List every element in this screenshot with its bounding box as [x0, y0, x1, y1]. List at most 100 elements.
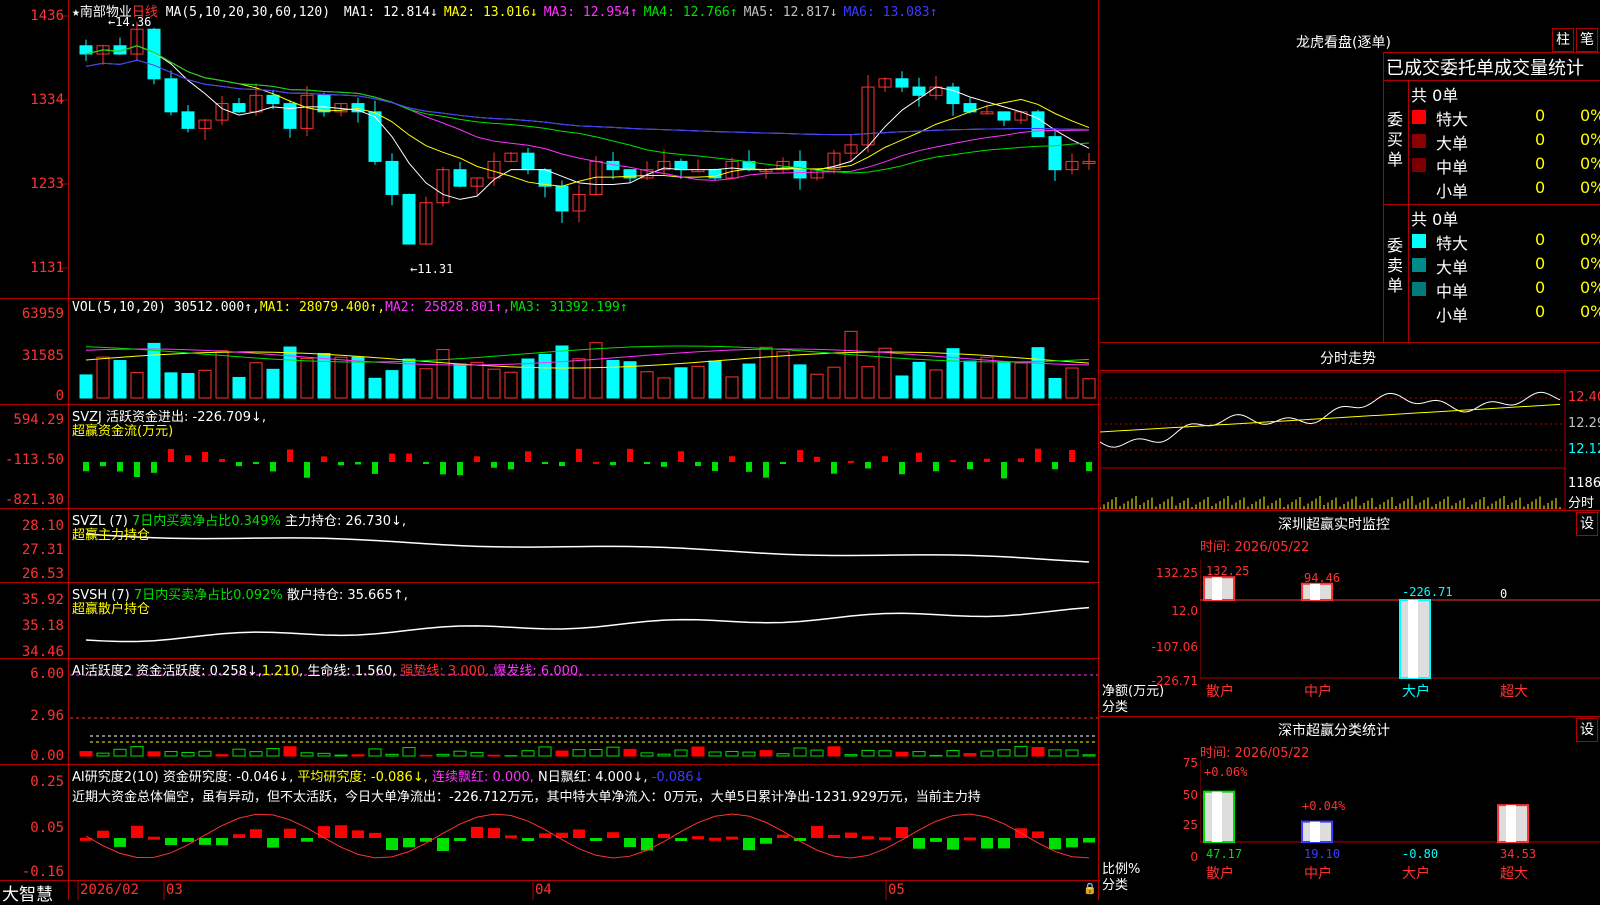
research-bar [590, 838, 602, 841]
lock-icon[interactable]: 🔒 [1083, 882, 1097, 895]
activity-bar [437, 754, 449, 756]
bar-mode-button[interactable]: 柱 [1552, 28, 1574, 52]
svzj-axis-label: 594.29 [0, 412, 64, 428]
research-bar [335, 825, 347, 838]
volume-bar [488, 369, 500, 398]
activity-bar [471, 753, 483, 756]
low-price-label: ←11.31 [410, 262, 453, 276]
research-bar [726, 837, 738, 840]
activity-bar [947, 751, 959, 756]
cls-settings-button[interactable]: 设 [1576, 718, 1598, 742]
vol-ma2: MA2: 25828.801↑, [385, 300, 510, 315]
svzl-ratio: 7日内买卖净占比0.349% [132, 514, 281, 529]
vol-header: VOL(5,10,20) 30512.000↑,MA1: 28079.400↑,… [72, 300, 628, 315]
candle [318, 95, 330, 112]
chart-canvas[interactable] [0, 0, 1100, 900]
research-bar [930, 838, 942, 842]
fund-flow-bar [287, 449, 293, 462]
ai1-value: 1.210, [262, 664, 303, 679]
ma-params: MA(5,10,20,30,60,120) [166, 5, 330, 20]
candle [403, 194, 415, 244]
main-header: ★南部物业日线 MA(5,10,20,30,60,120) MA1: 12.81… [72, 1, 937, 20]
cls-unit-category: 分类 [1102, 874, 1128, 893]
volume-bar [267, 369, 279, 398]
fund-flow-bar [423, 462, 429, 464]
volume-bar [607, 360, 619, 398]
longhu-title: 龙虎看盘(逐单) [1296, 32, 1391, 52]
cls-value-label: -0.80 [1402, 847, 1438, 861]
research-bar [233, 834, 245, 838]
order-val: 0 [1535, 130, 1545, 149]
intraday-chart[interactable] [1100, 372, 1566, 510]
activity-bar [131, 747, 143, 756]
activity-bar [573, 750, 585, 756]
volume-bar [522, 359, 534, 398]
volume-bar [1066, 368, 1078, 398]
cls-time: 时间: 2026/05/22 [1200, 742, 1309, 761]
fund-flow-bar [882, 456, 888, 462]
fund-flow-bar [627, 449, 633, 462]
fund-flow-bar [117, 462, 123, 471]
sz-unit-category: 分类 [1102, 696, 1128, 715]
research-bar [811, 826, 823, 838]
cls-bar-chart: 47.17散户19.10中户-0.80大户34.53超大+0.06%+0.04% [1200, 760, 1600, 900]
order-val: 0 [1535, 254, 1545, 273]
volume-bar [114, 361, 126, 398]
research-bar [403, 838, 415, 847]
research-bar [913, 838, 925, 849]
sz-settings-button[interactable]: 设 [1576, 512, 1598, 536]
svzl-axis-label: 27.31 [0, 542, 64, 558]
sz-bar-highlight [1408, 600, 1418, 678]
research-bar [97, 831, 109, 838]
fund-flow-bar [525, 451, 531, 462]
vol-axis-label: 31585 [0, 348, 64, 364]
divider [1383, 52, 1600, 53]
legend-swatch [1412, 110, 1426, 124]
candle [284, 104, 296, 129]
volume-bar [437, 350, 449, 398]
svsh-ratio: 7日内买卖净占比0.092% [134, 588, 283, 603]
star-icon[interactable]: ★ [72, 5, 80, 20]
research-bar [148, 837, 160, 840]
activity-bar [216, 755, 228, 756]
volume-bar [1083, 379, 1095, 398]
volume-bar [675, 368, 687, 398]
order-pct: 0% [1580, 278, 1600, 297]
ai1-activity: AI活跃度2 资金活跃度: 0.258↓, [72, 664, 262, 679]
order-val: 0 [1535, 278, 1545, 297]
brand-label[interactable]: 大智慧 [2, 880, 53, 905]
svzl-axis-label: 26.53 [0, 566, 64, 582]
divider [1100, 342, 1600, 343]
volume-bar [998, 362, 1010, 398]
research-bar [964, 837, 976, 840]
sz-bar-chart: 132.25散户94.46中户-226.71大户0超大 [1200, 560, 1600, 700]
volume-bar [80, 375, 92, 398]
activity-bar [930, 755, 942, 756]
activity-bar [743, 752, 755, 756]
volume-bar [981, 357, 993, 398]
tab-trade-stats[interactable]: 已成交委托单成交量统计 [1386, 54, 1584, 80]
fund-flow-bar [321, 456, 327, 462]
svsh-axis-label: 35.92 [0, 592, 64, 608]
ai2-research: AI研究度2(10) 资金研究度: -0.046↓, [72, 770, 293, 785]
panel-divider [0, 764, 1100, 765]
research-bar [352, 830, 364, 838]
activity-bar [148, 752, 160, 756]
activity-bar [284, 747, 296, 756]
sell-orders-label: 委卖单 [1387, 236, 1405, 296]
ai1-axis-label: 2.96 [0, 708, 64, 724]
fund-flow-bar [780, 462, 786, 464]
ai2-axis-label: 0.25 [0, 774, 64, 790]
research-bar [573, 829, 585, 838]
sz-category-label: 超大 [1500, 684, 1528, 700]
candle [148, 29, 160, 79]
activity-bar [335, 755, 347, 756]
fund-flow-bar [474, 456, 480, 462]
tick-mode-button[interactable]: 笔 [1576, 28, 1598, 52]
date-label: 04 [535, 882, 552, 898]
intraday-unit: 分时 [1568, 492, 1594, 511]
activity-bar [590, 749, 602, 756]
fund-flow-bar [712, 462, 718, 471]
volume-bar [250, 363, 262, 398]
activity-bar [454, 751, 466, 756]
